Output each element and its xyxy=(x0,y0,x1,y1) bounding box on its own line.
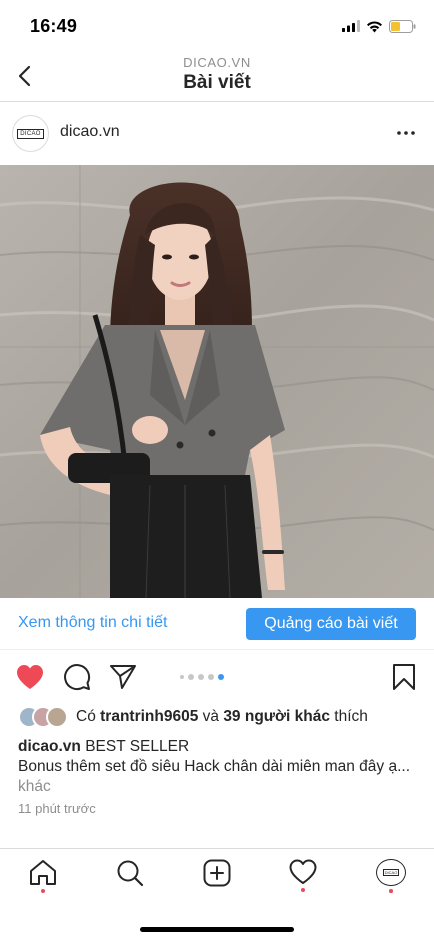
likes-suffix: thích xyxy=(329,708,368,725)
heart-filled-icon xyxy=(17,665,43,689)
cellular-signal-icon xyxy=(342,20,360,32)
home-indicator xyxy=(140,927,294,932)
more-dots-icon xyxy=(397,131,415,135)
profile-avatar: DICAO xyxy=(376,859,406,887)
carousel-dot xyxy=(180,675,184,679)
notification-dot xyxy=(301,888,305,892)
caption-more-link[interactable]: khác xyxy=(18,778,51,795)
bottom-nav: DICAO xyxy=(0,848,434,910)
liker-username[interactable]: trantrinh9605 xyxy=(100,708,198,725)
post-avatar[interactable]: DICAO xyxy=(12,115,49,152)
more-options-button[interactable] xyxy=(394,123,418,143)
cta-row: Xem thông tin chi tiết Quảng cáo bài viế… xyxy=(0,598,434,650)
caption-headline: BEST SELLER xyxy=(80,738,190,755)
profile-avatar-text: DICAO xyxy=(382,869,400,877)
carousel-dot xyxy=(208,674,214,680)
share-button[interactable] xyxy=(108,662,138,692)
tab-new-post[interactable] xyxy=(202,859,232,893)
status-time: 16:49 xyxy=(30,16,78,36)
action-bar xyxy=(0,656,434,700)
status-bar: 16:49 xyxy=(0,0,434,52)
tab-search[interactable] xyxy=(115,859,145,893)
wifi-icon xyxy=(367,20,382,32)
likes-row[interactable]: Có trantrinh9605 và 39 người khác thích xyxy=(18,705,368,729)
tab-profile[interactable]: DICAO xyxy=(375,859,407,893)
heart-outline-icon xyxy=(289,859,317,884)
save-button[interactable] xyxy=(389,662,419,692)
liker-avatars xyxy=(18,706,70,728)
others-count[interactable]: 39 người khác xyxy=(223,708,330,725)
notification-dot xyxy=(41,889,45,893)
post-timestamp: 11 phút trước xyxy=(18,801,96,816)
carousel-indicator xyxy=(180,674,224,680)
comment-button[interactable] xyxy=(62,662,92,692)
post-photo[interactable] xyxy=(0,165,434,598)
view-details-link[interactable]: Xem thông tin chi tiết xyxy=(18,614,167,632)
nav-header: DICAO.VN Bài viết xyxy=(0,52,434,102)
notification-dot xyxy=(389,889,393,893)
carousel-dot-active xyxy=(218,674,224,680)
tab-activity[interactable] xyxy=(288,859,318,893)
nav-subtitle: DICAO.VN xyxy=(183,55,251,70)
caption-username[interactable]: dicao.vn xyxy=(18,738,81,755)
likes-summary: Có trantrinh9605 và 39 người khác thích xyxy=(76,708,368,726)
avatar-logo-text: DICAO xyxy=(17,128,44,139)
paper-plane-icon xyxy=(110,665,136,689)
caption-line-1: dicao.vn BEST SELLER xyxy=(18,737,418,757)
plus-square-icon xyxy=(203,859,231,887)
comment-bubble-icon xyxy=(64,664,91,691)
post-caption: dicao.vn BEST SELLER Bonus thêm set đồ s… xyxy=(18,737,418,797)
promote-post-button[interactable]: Quảng cáo bài viết xyxy=(246,608,416,640)
like-button[interactable] xyxy=(15,662,45,692)
post-photo-illustration xyxy=(0,165,434,598)
nav-titles: DICAO.VN Bài viết xyxy=(0,55,434,95)
carousel-dot xyxy=(198,674,204,680)
tab-home[interactable] xyxy=(28,859,58,893)
likes-connector: và xyxy=(198,708,224,725)
search-icon xyxy=(117,860,144,887)
status-icons xyxy=(342,17,416,35)
carousel-dot xyxy=(188,674,194,680)
caption-line-2: Bonus thêm set đồ siêu Hack chân dài miê… xyxy=(18,757,418,797)
home-icon xyxy=(30,860,56,885)
likes-prefix: Có xyxy=(76,708,101,725)
avatar xyxy=(46,706,68,728)
post-username[interactable]: dicao.vn xyxy=(60,123,120,141)
battery-icon xyxy=(389,19,416,33)
page-title: Bài viết xyxy=(183,72,251,93)
caption-body: Bonus thêm set đồ siêu Hack chân dài miê… xyxy=(18,758,411,775)
post-header: DICAO dicao.vn xyxy=(0,103,434,165)
bookmark-icon xyxy=(393,664,415,690)
